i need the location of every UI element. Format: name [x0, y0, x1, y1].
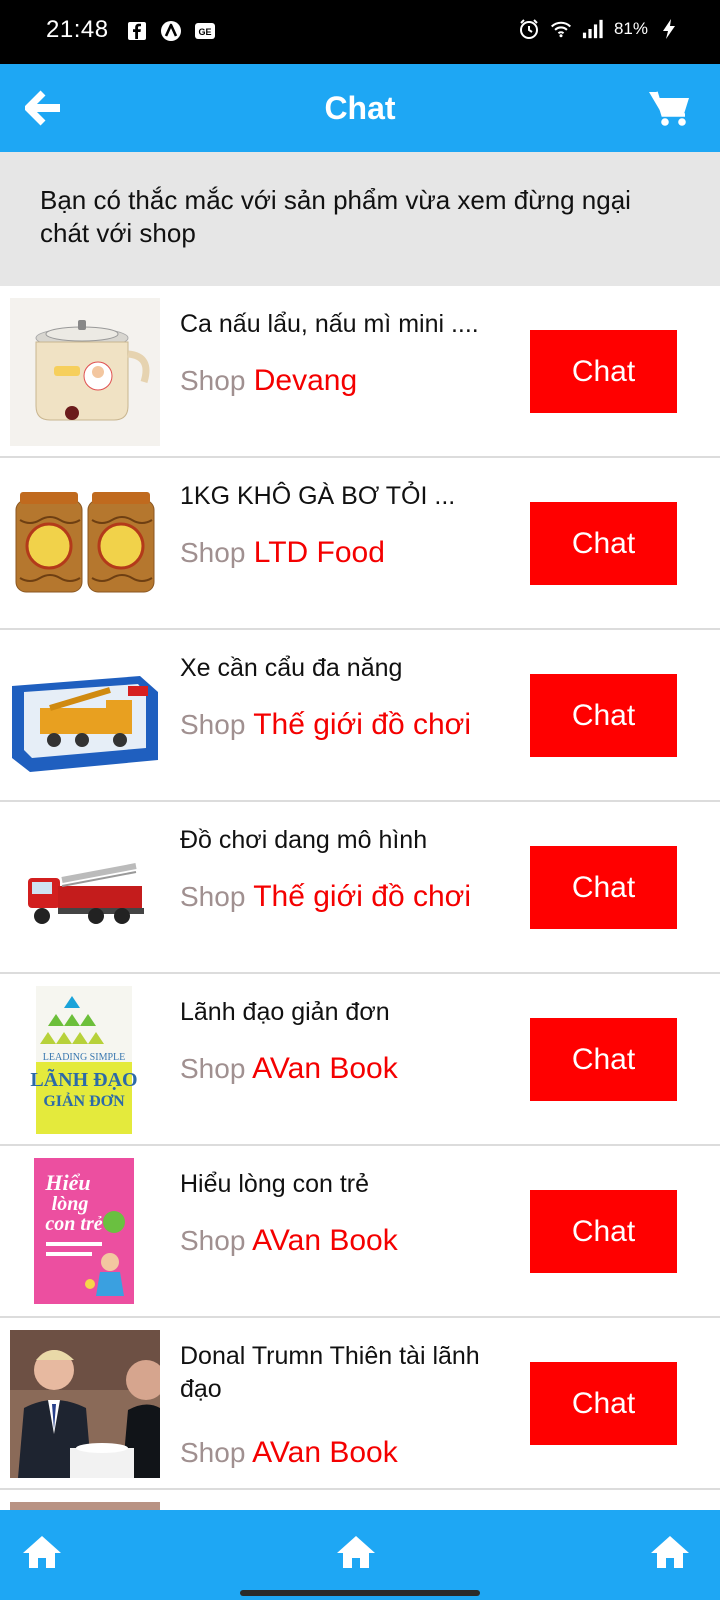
status-notification-icons: GE [126, 20, 216, 42]
shop-line: Shop AVan Book [180, 1224, 398, 1258]
nav-home-right[interactable] [648, 1532, 692, 1572]
shop-name[interactable]: AVan Book [252, 1224, 398, 1257]
chat-button[interactable]: Chat [530, 330, 677, 413]
cover-line-3: con trẻ [45, 1213, 102, 1235]
shop-name[interactable]: Thế giới đồ chơi [253, 708, 471, 741]
home-icon [651, 1536, 689, 1568]
status-system-icons: 81% [518, 18, 680, 40]
shop-line: Shop Thế giới đồ chơi [180, 708, 471, 742]
cover-line-1: LEADING SIMPLE [43, 1052, 126, 1063]
cart-button[interactable] [644, 84, 694, 132]
list-item: Đồ chơi dang mô hình Shop Thế giới đồ ch… [0, 802, 720, 974]
toy-crane-truck-box-image [10, 642, 160, 790]
product-name: Donal Trumn Thiên tài lãnh đạo [180, 1342, 480, 1403]
product-name: Hiểu lòng con trẻ [180, 1170, 370, 1198]
photo-people-dinner-image [10, 1330, 166, 1478]
shop-name[interactable]: Devang [254, 364, 357, 397]
app-bar: Chat [0, 64, 720, 152]
book-leading-simple-image: LEADING SIMPLE LÃNH ĐẠO GIẢN ĐƠN [10, 986, 160, 1134]
charging-icon [658, 18, 680, 40]
electric-pot-image [10, 298, 160, 446]
home-icon [337, 1536, 375, 1568]
product-name: Lãnh đạo giản đơn [180, 998, 390, 1026]
product-name: Ca nấu lẩu, nấu mì mini .... [180, 310, 479, 338]
notice-banner: Bạn có thắc mắc với sản phẩm vừa xem đừn… [0, 152, 720, 286]
alarm-icon [518, 18, 540, 40]
chat-button[interactable]: Chat [530, 846, 677, 929]
bottom-nav [0, 1510, 720, 1600]
shop-label: Shop [180, 881, 246, 912]
cover-line-3: GIẢN ĐƠN [43, 1091, 125, 1110]
ge-icon: GE [194, 20, 216, 42]
nav-home-center[interactable] [334, 1532, 378, 1572]
toy-fire-truck-image [10, 814, 160, 962]
shop-label: Shop [180, 1437, 246, 1468]
home-icon [23, 1536, 61, 1568]
chat-button[interactable]: Chat [530, 1018, 677, 1101]
shop-name[interactable]: AVan Book [252, 1052, 398, 1085]
list-item: LEADING SIMPLE LÃNH ĐẠO GIẢN ĐƠN Lãnh đạ… [0, 974, 720, 1146]
shop-name[interactable]: LTD Food [254, 536, 385, 569]
shop-label: Shop [180, 1225, 246, 1256]
product-name: Đồ chơi dang mô hình [180, 826, 428, 854]
page-title: Chat [324, 90, 396, 126]
chat-button[interactable]: Chat [530, 502, 677, 585]
cover-line-2: LÃNH ĐẠO [30, 1068, 137, 1091]
list-item: Ca nấu lẩu, nấu mì mini .... Shop Devang… [0, 286, 720, 458]
cover-line-2: lòng [52, 1193, 89, 1215]
nav-home-left[interactable] [20, 1532, 64, 1572]
status-bar: 21:48 GE 81% [0, 0, 720, 64]
gesture-home-indicator[interactable] [240, 1590, 480, 1596]
shop-line: Shop Devang [180, 364, 357, 398]
product-name: Xe cần cẩu đa năng [180, 654, 403, 682]
cover-line-1: Hiểu [44, 1170, 90, 1195]
list-item: Donal Trumn Thiên tài lãnh đạo Shop AVan… [0, 1318, 720, 1490]
status-time: 21:48 [46, 16, 109, 43]
list-item: Hiểu lòng con trẻ Hiểu lòng con trẻ Shop… [0, 1146, 720, 1318]
chat-button[interactable]: Chat [530, 674, 677, 757]
battery-percent: 81% [613, 19, 648, 38]
shop-name[interactable]: AVan Book [252, 1436, 398, 1469]
shop-label: Shop [180, 709, 246, 740]
wifi-icon [550, 18, 572, 40]
shop-label: Shop [180, 1053, 246, 1084]
shop-line: Shop AVan Book [180, 1436, 398, 1470]
shop-line: Shop Thế giới đồ chơi [180, 880, 471, 914]
list-item: 1KG KHÔ GÀ BƠ TỎI ... Shop LTD Food Chat [0, 458, 720, 630]
chat-button[interactable]: Chat [530, 1190, 677, 1273]
signal-icon [582, 18, 604, 40]
facebook-icon [126, 20, 148, 42]
list-item: Xe cần cẩu đa năng Shop Thế giới đồ chơi… [0, 630, 720, 802]
dried-chicken-jars-image [10, 470, 160, 618]
shop-label: Shop [180, 537, 246, 568]
svg-text:GE: GE [198, 27, 211, 37]
shop-name[interactable]: Thế giới đồ chơi [253, 880, 471, 913]
product-list: Ca nấu lẩu, nấu mì mini .... Shop Devang… [0, 286, 720, 1600]
book-hieu-long-con-tre-image: Hiểu lòng con trẻ [10, 1158, 160, 1306]
shop-line: Shop LTD Food [180, 536, 385, 570]
chat-button[interactable]: Chat [530, 1362, 677, 1445]
app-a-icon [160, 20, 182, 42]
shop-line: Shop AVan Book [180, 1052, 398, 1086]
cart-icon [649, 91, 689, 126]
shop-label: Shop [180, 365, 246, 396]
product-name: 1KG KHÔ GÀ BƠ TỎI ... [180, 482, 456, 510]
